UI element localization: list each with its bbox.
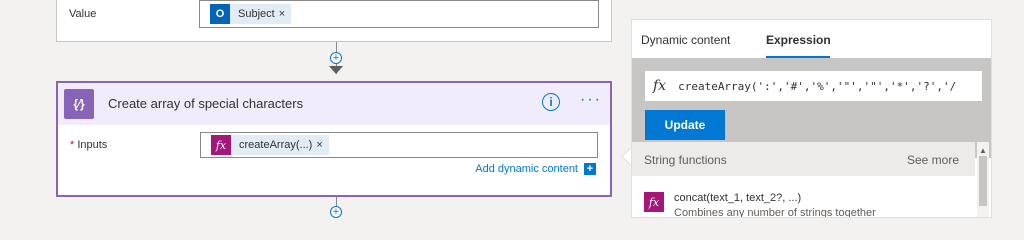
add-dynamic-content-label: Add dynamic content (475, 163, 578, 175)
see-more-link[interactable]: See more (907, 153, 959, 167)
dynamic-content-panel: Dynamic content Expression fx createArra… (631, 19, 992, 218)
string-functions-header: String functions See more (632, 142, 975, 176)
scrollbar[interactable]: ▲ (977, 142, 989, 217)
remove-token-icon[interactable]: × (316, 139, 328, 151)
arrow-down-icon (329, 66, 343, 74)
outlook-icon: O (210, 4, 230, 24)
subject-token-label: Subject (238, 8, 275, 20)
insert-step-button-bottom[interactable]: + (330, 206, 342, 218)
update-button[interactable]: Update (645, 110, 725, 140)
remove-token-icon[interactable]: × (279, 8, 291, 20)
tab-expression[interactable]: Expression (766, 33, 831, 47)
card-title: Create array of special characters (108, 96, 304, 111)
value-label: Value (69, 8, 97, 20)
fx-icon: fx (644, 192, 664, 212)
insert-step-button[interactable]: + (330, 52, 342, 64)
expression-input[interactable]: fx createArray(':','#','%','"','"','*','… (645, 71, 982, 101)
required-mark: * (70, 139, 75, 151)
scroll-up-icon[interactable]: ▲ (979, 146, 987, 155)
info-icon[interactable]: i (542, 93, 560, 111)
compose-card: Value O Subject × (56, 0, 612, 42)
inputs-field[interactable]: fx createArray(...) × (200, 132, 598, 158)
function-description: Combines any number of strings together (674, 207, 876, 218)
value-field[interactable]: O Subject × (199, 0, 599, 28)
expression-token-label: createArray(...) (239, 139, 313, 151)
fx-icon: fx (211, 135, 231, 155)
add-icon: + (584, 163, 596, 175)
more-options-icon[interactable]: ··· (580, 91, 602, 109)
inputs-label: * Inputs (70, 139, 107, 151)
scroll-thumb[interactable] (979, 156, 987, 206)
subject-token[interactable]: O Subject × (210, 4, 292, 24)
function-name: concat(text_1, text_2?, ...) (674, 192, 802, 204)
card-header[interactable]: {⁄} Create array of special characters i… (58, 83, 610, 125)
section-title: String functions (644, 153, 727, 167)
panel-tabs: Dynamic content Expression (632, 20, 991, 58)
variable-icon: {⁄} (64, 89, 94, 119)
inputs-label-text: Inputs (77, 139, 108, 151)
fx-icon: fx (653, 78, 667, 94)
compose-action-card: {⁄} Create array of special characters i… (56, 81, 612, 197)
expression-text: createArray(':','#','%','"','"','*','?',… (678, 79, 957, 93)
add-dynamic-content-link[interactable]: Add dynamic content + (475, 163, 596, 175)
expression-token[interactable]: fx createArray(...) × (211, 135, 329, 155)
tab-dynamic-content[interactable]: Dynamic content (641, 33, 730, 47)
